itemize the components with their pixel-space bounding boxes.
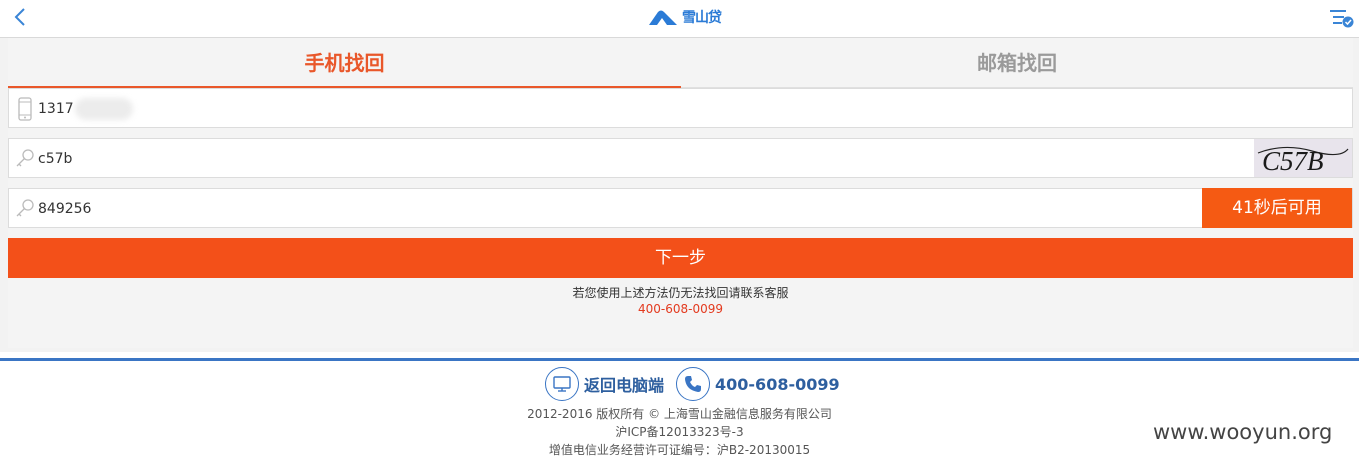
resend-sms-button[interactable]: 41秒后可用 xyxy=(1202,188,1352,228)
footer-links: 返回电脑端 400-608-0099 xyxy=(545,366,840,402)
brand-logo: 雪山贷 xyxy=(648,5,722,29)
footer-divider xyxy=(0,358,1359,361)
desktop-monitor-icon xyxy=(545,367,579,401)
mountain-logo-icon xyxy=(649,10,677,25)
captcha-text: C57B xyxy=(1262,146,1324,176)
watermark-text: www.wooyun.org xyxy=(1153,420,1333,444)
sms-code-field: 41秒后可用 xyxy=(8,188,1353,228)
sms-code-input[interactable] xyxy=(38,197,838,221)
captcha-field: C57B xyxy=(8,138,1353,178)
redacted-phone-digits xyxy=(75,98,133,120)
captcha-input[interactable] xyxy=(38,147,838,171)
logo-text: 雪山贷 xyxy=(682,10,722,26)
help-text: 若您使用上述方法仍无法找回请联系客服 xyxy=(572,286,789,300)
tab-email-recovery[interactable]: 邮箱找回 xyxy=(681,38,1353,88)
back-to-desktop-link[interactable]: 返回电脑端 xyxy=(584,372,664,396)
recovery-form: 手机找回 邮箱找回 1317 c57b C57B 849256 41秒后可用 下… xyxy=(8,38,1353,348)
back-arrow-icon[interactable] xyxy=(10,5,32,29)
recovery-tabs: 手机找回 邮箱找回 xyxy=(8,38,1353,88)
recovery-panel: 手机找回 邮箱找回 1317 c57b C57B 849256 41秒后可用 下… xyxy=(0,38,1359,352)
key-icon xyxy=(15,147,35,171)
key-icon xyxy=(15,197,35,221)
next-step-button[interactable]: 下一步 xyxy=(8,238,1353,278)
phone-call-icon xyxy=(676,367,711,401)
mobile-phone-icon xyxy=(15,97,35,121)
captcha-image[interactable]: C57B xyxy=(1254,139,1352,177)
help-phone-link[interactable]: 400-608-0099 xyxy=(8,302,1353,316)
menu-list-icon[interactable] xyxy=(1328,6,1356,30)
top-bar: 雪山贷 xyxy=(0,0,1359,38)
tab-phone-recovery[interactable]: 手机找回 xyxy=(8,38,681,88)
phone-field xyxy=(8,88,1353,128)
footer-phone-link[interactable]: 400-608-0099 xyxy=(715,375,840,394)
